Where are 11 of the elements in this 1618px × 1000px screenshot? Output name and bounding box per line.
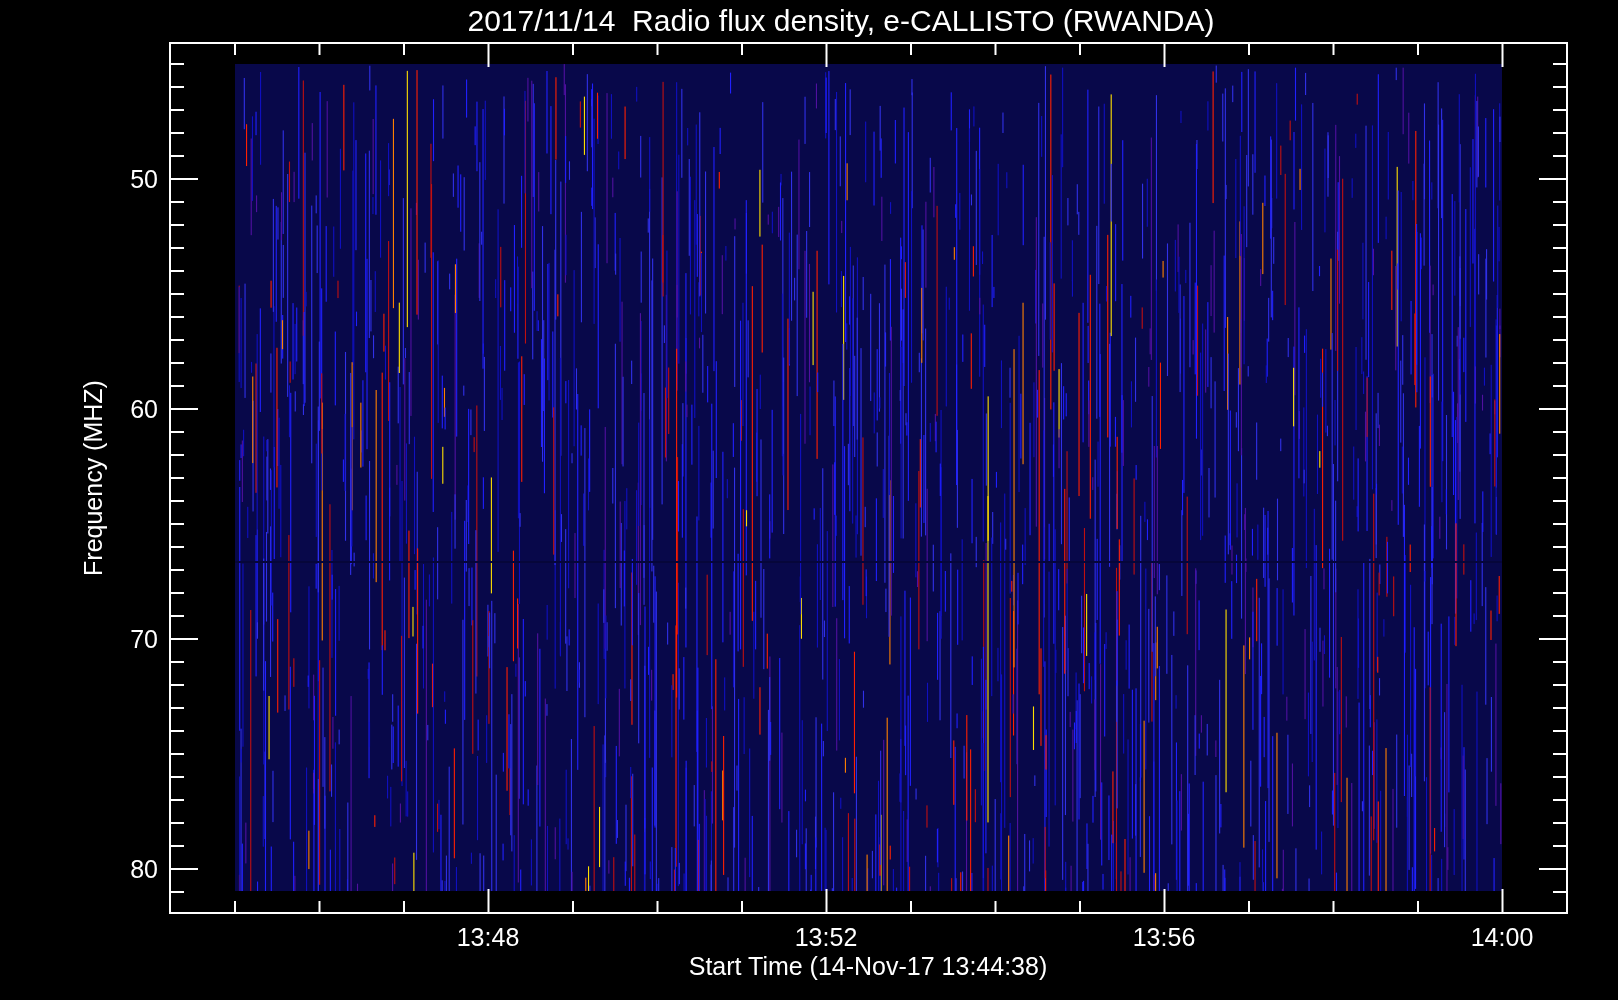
- y-tick-label: 50: [130, 165, 158, 193]
- y-tick-label: 70: [130, 625, 158, 653]
- x-tick-label: 14:00: [1470, 923, 1534, 951]
- x-tick-label: 13:52: [794, 923, 858, 951]
- x-tick-label: 13:48: [456, 923, 520, 951]
- x-axis-label: Start Time (14-Nov-17 13:44:38): [688, 952, 1048, 980]
- y-tick-label: 80: [130, 855, 158, 883]
- plot-title: 2017/11/14 Radio flux density, e-CALLISTO (RWANDA): [467, 4, 1215, 37]
- y-axis-label: Frequency (MHZ): [79, 380, 107, 576]
- x-tick-label: 13:56: [1132, 923, 1196, 951]
- y-tick-label: 60: [130, 395, 158, 423]
